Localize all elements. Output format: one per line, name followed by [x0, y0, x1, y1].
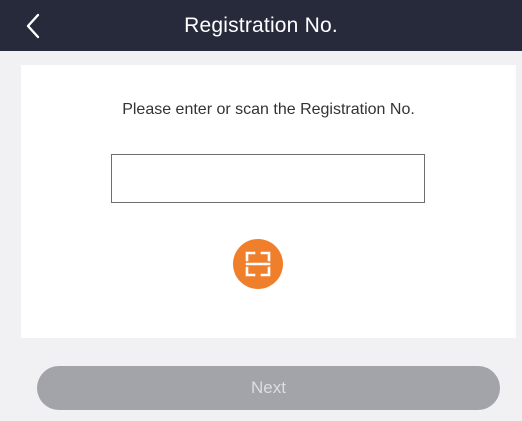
scan-button[interactable]: [233, 239, 283, 289]
back-button[interactable]: [18, 7, 48, 45]
nav-bar: Registration No.: [0, 0, 522, 51]
scan-frame-icon: [245, 251, 271, 277]
registration-number-input[interactable]: [111, 154, 425, 203]
registration-card: Please enter or scan the Registration No…: [21, 65, 516, 338]
next-button[interactable]: Next: [37, 366, 500, 410]
registration-screen: Registration No. Please enter or scan th…: [0, 0, 522, 421]
page-title: Registration No.: [184, 13, 338, 37]
registration-prompt: Please enter or scan the Registration No…: [122, 101, 415, 118]
chevron-left-icon: [26, 13, 40, 39]
